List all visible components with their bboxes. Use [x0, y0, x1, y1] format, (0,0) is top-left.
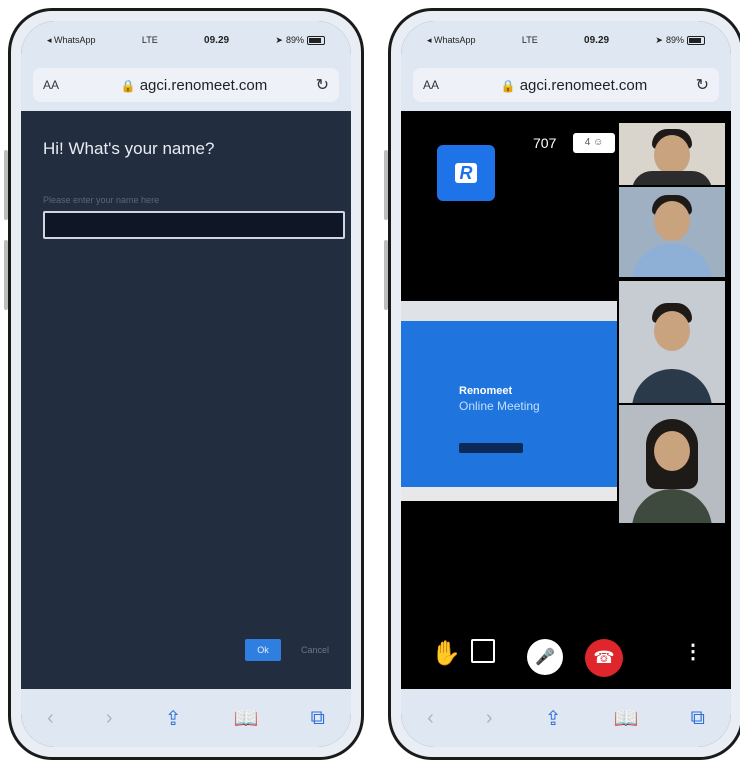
bookmarks-icon[interactable]: 📖	[234, 706, 259, 731]
shared-cta	[459, 443, 523, 453]
lock-icon: 🔒	[120, 78, 136, 93]
logo-letter: R	[455, 163, 477, 183]
phone-left: ◂ WhatsApp LTE 09.29 ➤ 89% AA 🔒 agci.reno…	[8, 8, 364, 760]
chat-icon[interactable]	[471, 639, 495, 663]
bookmarks-icon[interactable]: 📖	[614, 706, 639, 731]
hangup-icon[interactable]: ☎	[585, 639, 623, 677]
status-bar: ◂ WhatsApp LTE 09.29 ➤ 89%	[21, 21, 351, 59]
participant-tile[interactable]	[617, 279, 727, 405]
participant-tile[interactable]	[617, 185, 727, 279]
browser-bar: AA 🔒 agci.renomeet.com ↻	[401, 59, 731, 111]
network-label: LTE	[521, 35, 538, 45]
address-bar[interactable]: AA 🔒 agci.renomeet.com ↻	[33, 68, 339, 102]
shared-taskbar	[401, 487, 617, 501]
clock: 09.29	[584, 34, 610, 46]
location-icon: ➤	[655, 34, 663, 45]
renomeet-logo: R	[437, 145, 495, 201]
battery-icon	[686, 35, 705, 45]
video-person-face	[654, 431, 690, 471]
battery-icon	[306, 35, 325, 45]
back-icon[interactable]: ‹	[427, 707, 434, 730]
forward-icon[interactable]: ›	[106, 707, 113, 730]
right-side-button	[384, 240, 388, 310]
battery-percent: 89%	[285, 35, 304, 45]
name-input[interactable]	[43, 211, 345, 239]
shared-browser-chrome	[401, 301, 617, 321]
reload-icon[interactable]: ↻	[689, 75, 709, 95]
participant-count: 4	[584, 137, 591, 148]
safari-toolbar: ‹ › ⇪ 📖 ⧉	[401, 689, 731, 747]
tabs-icon[interactable]: ⧉	[311, 707, 325, 730]
reader-aa-button[interactable]: AA	[43, 78, 79, 92]
raise-hand-icon[interactable]: ✋	[431, 639, 461, 668]
reader-aa-button[interactable]: AA	[423, 78, 459, 92]
reload-icon[interactable]: ↻	[309, 75, 329, 95]
phone-right: ◂ WhatsApp LTE 09.29 ➤ 89% AA 🔒 agci.reno…	[388, 8, 740, 760]
url-text[interactable]: 🔒 agci.renomeet.com	[459, 77, 689, 94]
right-side-button	[384, 150, 388, 220]
call-controls: ✋ 🎤 ☎ ⋮	[401, 635, 731, 679]
more-icon[interactable]: ⋮	[683, 639, 703, 664]
participant-count-badge[interactable]: 4 ☺	[573, 133, 615, 153]
carrier-label: ◂ WhatsApp	[427, 34, 476, 45]
shared-subheading: Online Meeting	[459, 399, 540, 413]
participants-icon: ☺	[593, 137, 604, 148]
mic-icon[interactable]: 🎤	[527, 639, 563, 675]
video-person-face	[654, 201, 690, 241]
shared-screen[interactable]: Renomeet Online Meeting	[401, 301, 617, 501]
shared-heading: Renomeet	[459, 385, 513, 397]
ok-button[interactable]: Ok	[245, 639, 281, 661]
left-screen: ◂ WhatsApp LTE 09.29 ➤ 89% AA 🔒 agci.reno…	[21, 21, 351, 747]
tabs-icon[interactable]: ⧉	[691, 707, 705, 730]
url-value: agci.renomeet.com	[519, 76, 648, 94]
status-right: ➤ 89%	[275, 35, 325, 46]
right-screen: ◂ WhatsApp LTE 09.29 ➤ 89% AA 🔒 agci.reno…	[401, 21, 731, 747]
clock: 09.29	[204, 34, 230, 46]
safari-toolbar: ‹ › ⇪ 📖 ⧉	[21, 689, 351, 747]
name-prompt: Hi! What's your name? Please enter your …	[21, 111, 351, 689]
room-code: 707	[533, 135, 557, 151]
network-label: LTE	[141, 35, 158, 45]
left-side-button	[4, 240, 8, 310]
url-text[interactable]: 🔒 agci.renomeet.com	[79, 77, 309, 94]
browser-bar: AA 🔒 agci.renomeet.com ↻	[21, 59, 351, 111]
video-person-face	[654, 311, 690, 351]
address-bar[interactable]: AA 🔒 agci.renomeet.com ↻	[413, 68, 719, 102]
participant-tile[interactable]	[617, 121, 727, 187]
meeting-view: R 707 4 ☺ Renomeet Online Meeting ✋ 🎤 ☎ …	[401, 111, 731, 689]
share-icon[interactable]: ⇪	[545, 706, 562, 731]
participant-tile[interactable]	[617, 403, 727, 525]
share-icon[interactable]: ⇪	[165, 706, 182, 731]
back-icon[interactable]: ‹	[47, 707, 54, 730]
carrier-label: ◂ WhatsApp	[47, 34, 96, 45]
status-bar: ◂ WhatsApp LTE 09.29 ➤ 89%	[401, 21, 731, 59]
forward-icon[interactable]: ›	[486, 707, 493, 730]
prompt-title: Hi! What's your name?	[43, 139, 215, 158]
status-right: ➤ 89%	[655, 35, 705, 46]
cancel-button[interactable]: Cancel	[301, 639, 329, 661]
battery-percent: 89%	[665, 35, 684, 45]
location-icon: ➤	[275, 34, 283, 45]
name-placeholder: Please enter your name here	[43, 195, 160, 205]
lock-icon: 🔒	[500, 78, 516, 93]
url-value: agci.renomeet.com	[139, 76, 268, 94]
left-side-button	[4, 150, 8, 220]
video-person-face	[654, 135, 690, 175]
